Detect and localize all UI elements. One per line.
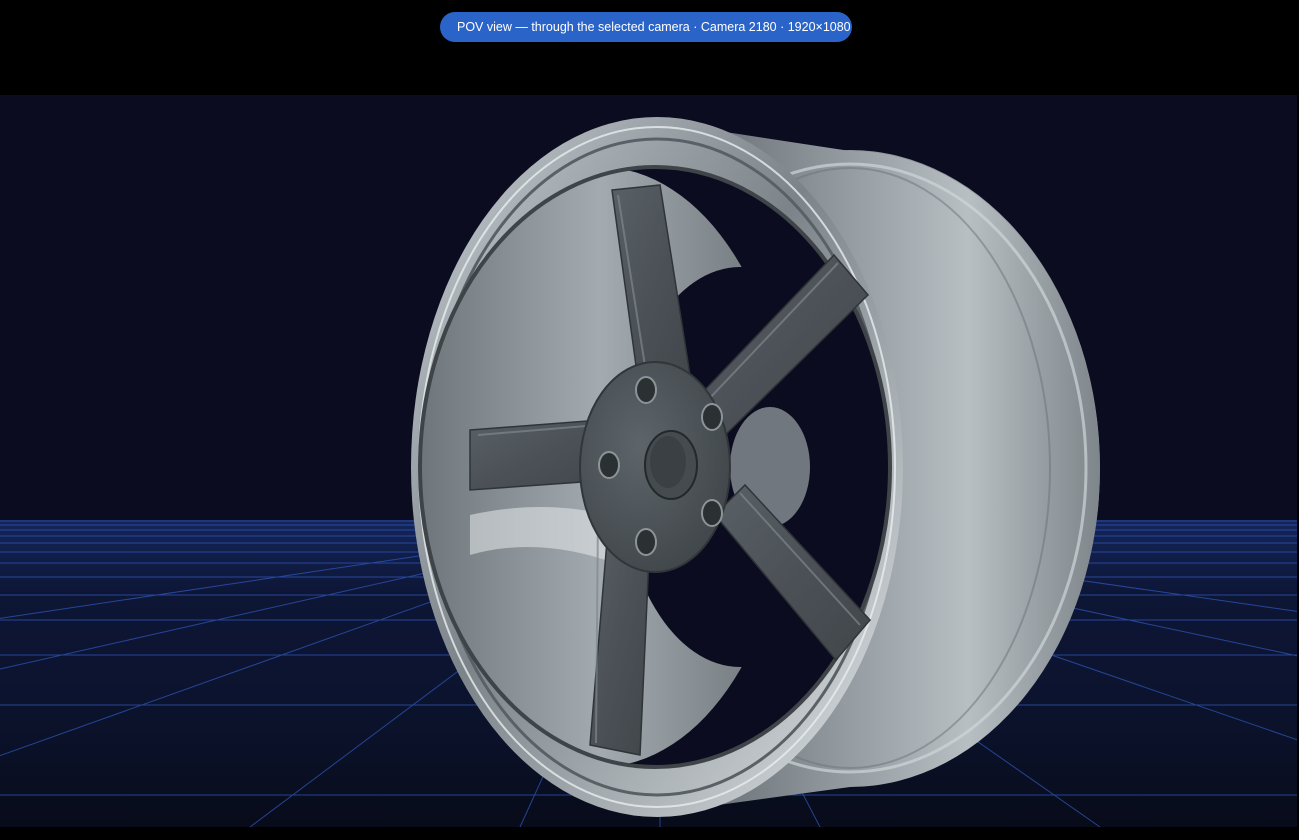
pov-app: POV view — through the selected camera ·… [0,0,1299,840]
top-bar: POV view — through the selected camera ·… [0,0,1299,95]
pov-view-banner: POV view — through the selected camera ·… [440,12,852,42]
bottom-bar [0,827,1299,840]
scene [0,117,1297,827]
wheel-rim[interactable] [410,117,1100,817]
3d-viewport[interactable] [0,95,1297,827]
